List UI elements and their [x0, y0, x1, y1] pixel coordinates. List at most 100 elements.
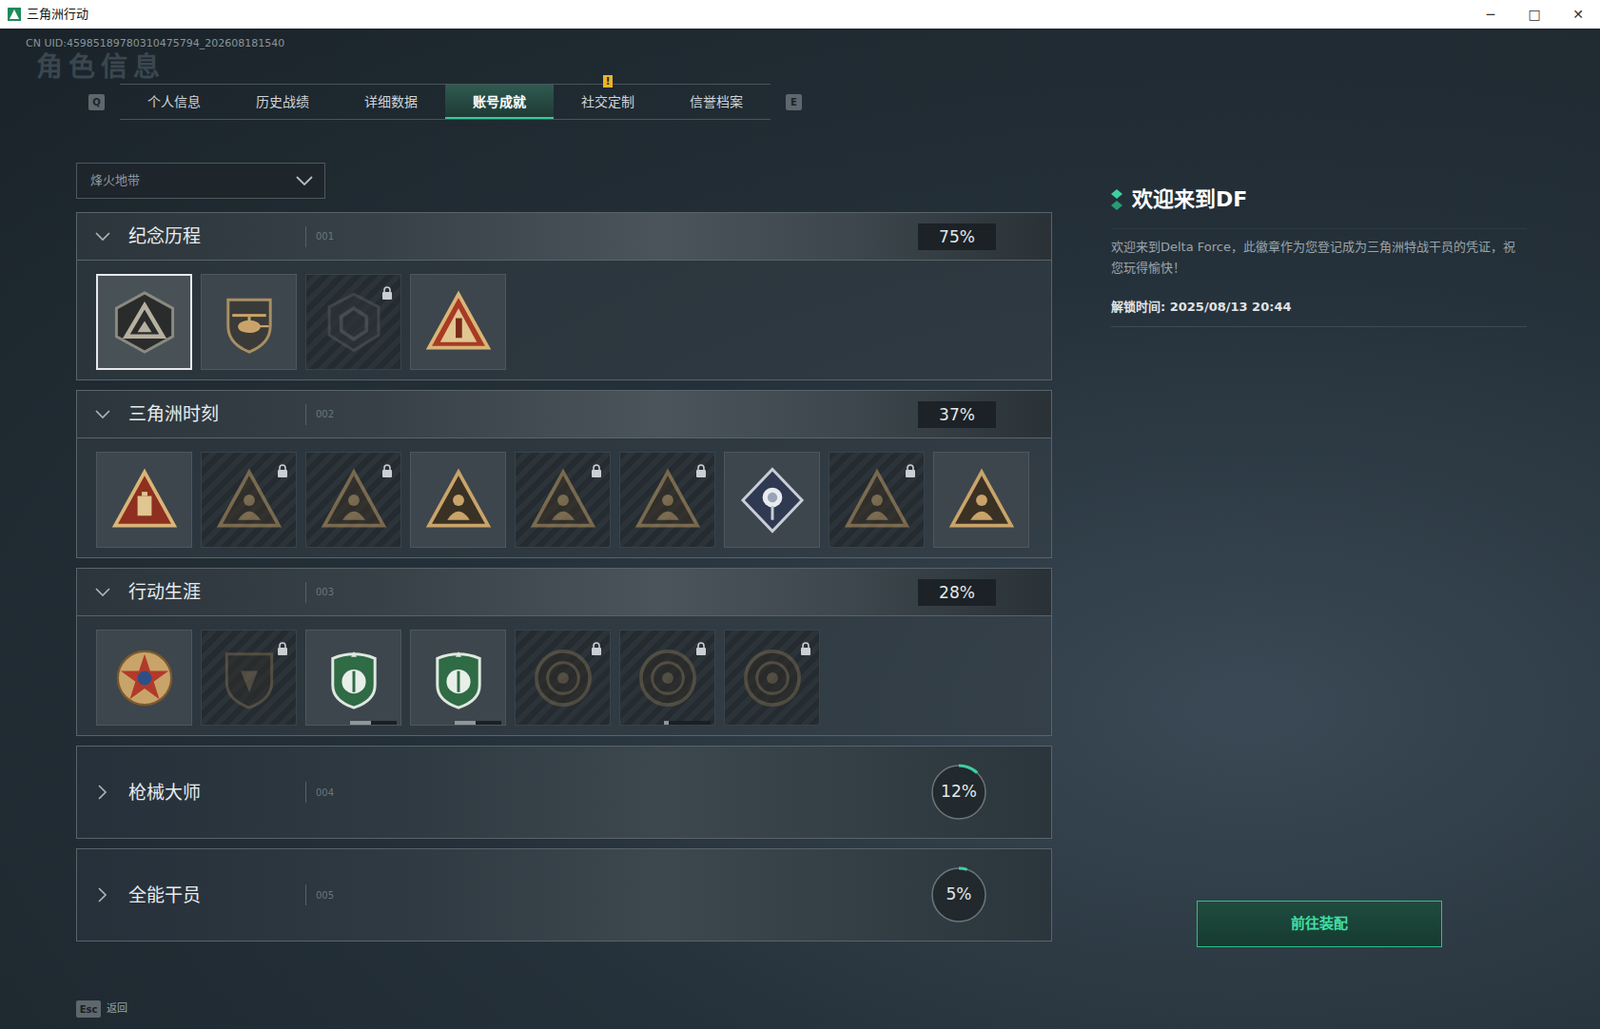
- tab-label: 历史战绩: [255, 94, 310, 110]
- progress-track: [454, 721, 502, 725]
- tab[interactable]: 历史战绩: [228, 84, 337, 119]
- section-header[interactable]: 三角洲时刻00237%: [76, 390, 1053, 439]
- medal-icon: [214, 465, 285, 536]
- next-tab-key[interactable]: E: [785, 94, 802, 111]
- tab[interactable]: 信誉档案: [662, 84, 771, 119]
- section-divider: [305, 404, 307, 426]
- medal-art-icon: [632, 643, 703, 714]
- medal-art-icon: [109, 287, 180, 358]
- tab-label: 信誉档案: [689, 94, 743, 110]
- medal-icon: [423, 643, 494, 714]
- progress-fill: [350, 721, 371, 725]
- equip-button[interactable]: 前往装配: [1196, 900, 1443, 948]
- badge-tile[interactable]: [409, 273, 507, 371]
- window-control-button[interactable]: ✕: [1556, 4, 1600, 25]
- progress-fill: [663, 721, 669, 725]
- app-logo-icon: [7, 7, 21, 21]
- badge-tile[interactable]: [96, 629, 193, 726]
- badge-detail-panel: 欢迎来到DF欢迎来到Delta Force，此徽章作为您登记成为三角洲特战干员的…: [1111, 162, 1527, 952]
- back-label[interactable]: 返回: [106, 1001, 128, 1018]
- achievement-section: 全能干员0055%: [76, 848, 1053, 942]
- badge-tile[interactable]: [200, 629, 297, 726]
- section-title: 枪械大师: [128, 779, 306, 807]
- badge-tile[interactable]: [305, 451, 402, 548]
- badge-tile[interactable]: [200, 273, 297, 371]
- footer: Esc 返回: [76, 1000, 1542, 1018]
- section-title: 全能干员: [128, 881, 306, 910]
- medal-icon: [527, 465, 599, 536]
- medal-icon: [841, 465, 913, 536]
- medal-icon: [632, 643, 703, 714]
- prev-tab-key[interactable]: Q: [88, 94, 105, 111]
- medal-icon: [318, 465, 390, 536]
- badge-tile[interactable]: [514, 451, 611, 548]
- medal-art-icon: [214, 643, 285, 714]
- esc-key[interactable]: Esc: [76, 1000, 101, 1018]
- badge-tile[interactable]: [514, 629, 611, 726]
- section-header[interactable]: 全能干员0055%: [76, 848, 1053, 942]
- tab[interactable]: 详细数据: [336, 84, 446, 119]
- game-window: 三角洲行动─□✕CN UID:45985189780310475794_2026…: [0, 0, 1600, 1029]
- medal-icon: [214, 643, 285, 714]
- window-control-button[interactable]: □: [1512, 4, 1557, 25]
- medal-art-icon: [109, 643, 180, 714]
- window-controls: ─□✕: [1468, 4, 1600, 25]
- chevron-down-icon: [94, 584, 112, 602]
- progress-ring: 12%: [929, 762, 989, 822]
- section-divider: [305, 884, 307, 906]
- alert-badge: !: [603, 75, 613, 88]
- medal-art-icon: [423, 465, 494, 536]
- window-control-button[interactable]: ─: [1468, 4, 1513, 25]
- badge-grid: [76, 616, 1053, 737]
- badge-tile[interactable]: [305, 273, 402, 371]
- badge-grid: [76, 260, 1053, 381]
- tab-label: 账号成就: [472, 94, 527, 110]
- medal-art-icon: [214, 465, 285, 536]
- tab[interactable]: 账号成就: [445, 84, 554, 119]
- tab[interactable]: 社交定制!: [553, 84, 663, 119]
- medal-art-icon: [214, 287, 285, 358]
- detail-header: 欢迎来到DF: [1111, 183, 1527, 215]
- medal-icon: [214, 287, 285, 358]
- section-divider: [305, 226, 307, 248]
- chevron-down-icon: [295, 175, 313, 186]
- lock-icon: [695, 458, 707, 472]
- badge-tile[interactable]: [723, 629, 820, 726]
- section-divider: [305, 582, 307, 604]
- section-header[interactable]: 枪械大师00412%: [76, 745, 1053, 840]
- medal-icon: [318, 287, 390, 358]
- achievement-section: 行动生涯00328%: [76, 567, 1053, 737]
- section-percent: 12%: [929, 762, 989, 822]
- section-code: 005: [315, 888, 334, 903]
- lock-icon: [590, 636, 603, 650]
- badge-tile[interactable]: [305, 629, 402, 726]
- medal-art-icon: [632, 465, 703, 536]
- badge-tile[interactable]: [619, 451, 716, 548]
- medal-art-icon: [109, 465, 180, 536]
- badge-tile[interactable]: [96, 451, 193, 548]
- tab-label: 详细数据: [364, 94, 418, 110]
- badge-tile[interactable]: [723, 451, 820, 548]
- dropdown-value: 烽火地带: [90, 171, 140, 191]
- section-header[interactable]: 行动生涯00328%: [76, 567, 1053, 617]
- badge-tile[interactable]: [619, 629, 716, 726]
- tab-row: Q 个人信息 历史战绩 详细数据 账号成就 社交定制! 信誉档案 E: [73, 83, 1542, 120]
- medal-icon: [527, 643, 599, 714]
- badge-tile[interactable]: [96, 273, 193, 371]
- progress-track: [663, 721, 711, 725]
- section-title: 三角洲时刻: [128, 400, 306, 429]
- badge-tile[interactable]: [409, 451, 507, 548]
- tab[interactable]: 个人信息: [119, 84, 229, 119]
- section-header[interactable]: 纪念历程00175%: [76, 212, 1053, 261]
- mode-dropdown[interactable]: 烽火地带: [76, 162, 326, 199]
- badge-tile[interactable]: [409, 629, 507, 726]
- medal-art-icon: [946, 465, 1017, 536]
- badge-tile[interactable]: [200, 451, 297, 548]
- chevron-right-icon: [94, 783, 112, 801]
- section-percent: 37%: [917, 401, 996, 429]
- medal-art-icon: [527, 465, 599, 536]
- tab-label: 社交定制: [581, 94, 635, 110]
- section-code: 001: [315, 229, 334, 244]
- badge-tile[interactable]: [828, 451, 925, 548]
- badge-tile[interactable]: [933, 451, 1030, 548]
